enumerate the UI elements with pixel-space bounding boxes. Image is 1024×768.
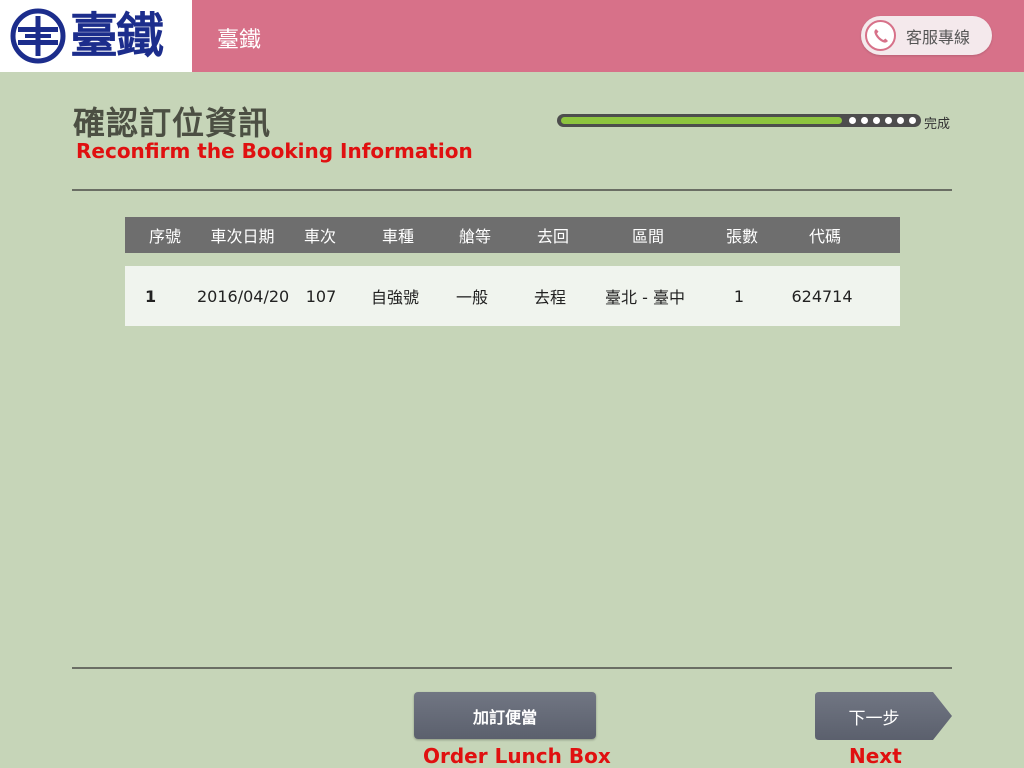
col-header-class: 艙等 [458, 227, 491, 246]
progress-fill [561, 117, 842, 124]
next-button[interactable]: 下一步 [815, 692, 953, 740]
col-header-tickets: 張數 [725, 227, 758, 246]
col-header-code: 代碼 [808, 227, 841, 246]
table-header: 序號 車次日期 車次 車種 艙等 去回 區間 張數 代碼 [125, 217, 900, 253]
bottom-divider [72, 667, 952, 669]
app-header: 臺鐵 臺鐵 客服專線 [0, 0, 1024, 72]
cell-seq: 1 [145, 286, 157, 306]
next-button-label: 下一步 [848, 708, 900, 729]
logo-text: 臺鐵 [70, 8, 164, 64]
page-title: 確認訂位資訊 [73, 104, 272, 142]
header-title: 臺鐵 [217, 28, 262, 53]
cell-code: 624714 [791, 286, 853, 306]
table-row: 1 2016/04/20 107 自強號 一般 去程 臺北 - 臺中 1 624… [125, 266, 900, 326]
progress-remaining-dots [849, 117, 916, 124]
col-header-seq: 序號 [148, 227, 181, 246]
cell-train-no: 107 [305, 286, 337, 306]
order-lunch-box-button[interactable]: 加訂便當 [414, 692, 596, 739]
cell-direction: 去程 [533, 288, 566, 307]
phone-icon [865, 20, 896, 51]
progress-bar [557, 114, 921, 127]
booking-table: 序號 車次日期 車次 車種 艙等 去回 區間 張數 代碼 1 2016/04/2… [125, 217, 900, 326]
cell-date: 2016/04/20 [197, 286, 290, 306]
logo[interactable]: 臺鐵 [0, 0, 192, 72]
cell-train-type: 自強號 [370, 288, 419, 307]
col-header-date: 車次日期 [210, 227, 275, 246]
order-lunch-box-caption: Order Lunch Box [423, 744, 611, 768]
taiwan-railway-logo-icon [10, 8, 66, 64]
progress-label: 完成 [924, 117, 951, 132]
cell-class: 一般 [455, 288, 488, 307]
col-header-train-type: 車種 [381, 227, 414, 246]
col-header-direction: 去回 [536, 227, 569, 246]
hotline-label: 客服專線 [906, 27, 971, 47]
col-header-route: 區間 [631, 227, 664, 246]
page-subtitle: Reconfirm the Booking Information [76, 139, 473, 163]
top-divider [72, 189, 952, 191]
cell-tickets: 1 [733, 286, 745, 306]
next-caption: Next [849, 744, 902, 768]
hotline-button[interactable]: 客服專線 [861, 16, 992, 55]
col-header-train-no: 車次 [303, 227, 336, 246]
cell-route: 臺北 - 臺中 [605, 288, 685, 307]
